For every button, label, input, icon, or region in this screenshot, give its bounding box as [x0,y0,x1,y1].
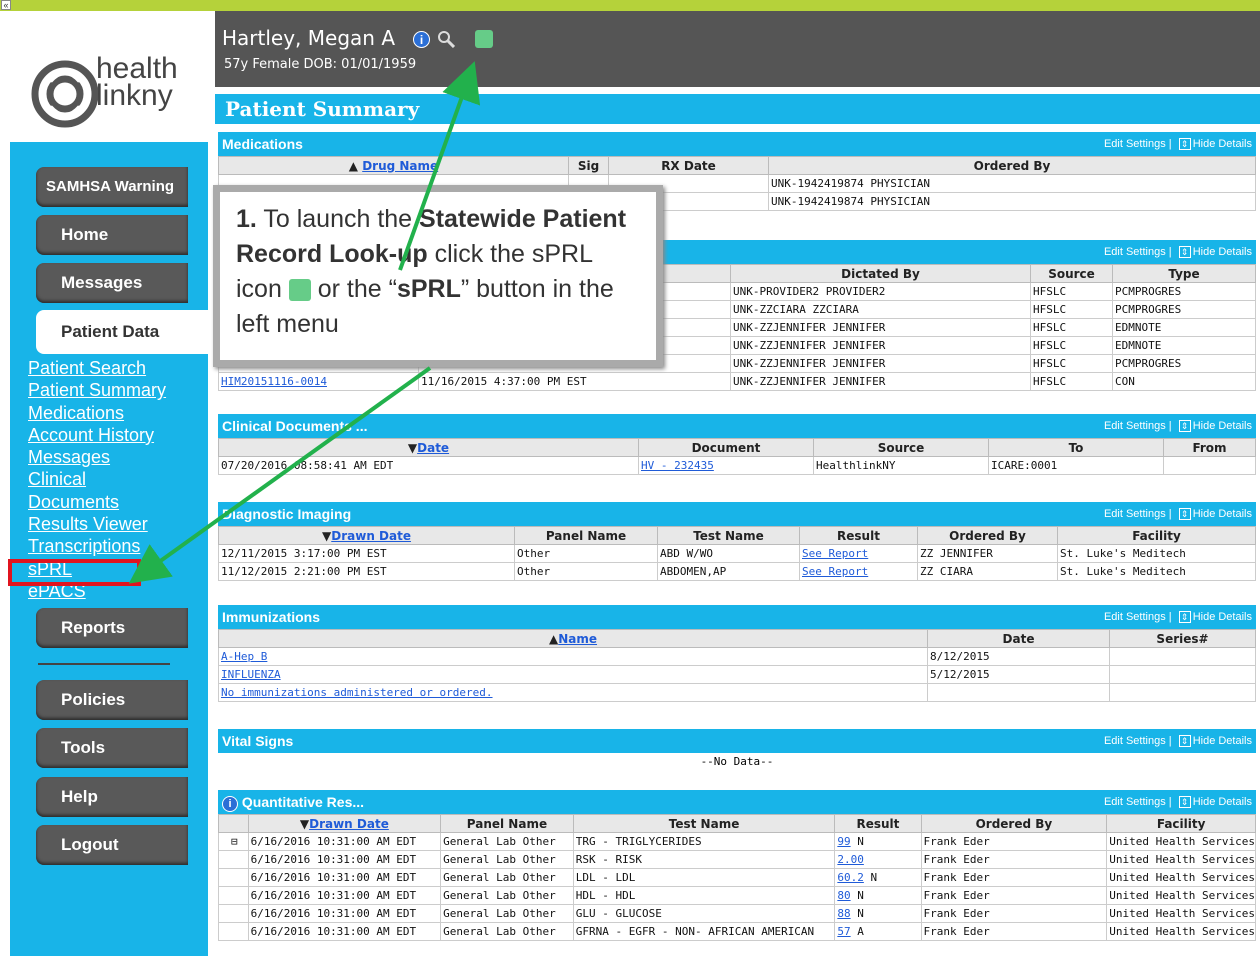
arrow-to-sprl-icon [398,61,481,271]
annotation-arrows [128,61,481,584]
arrow-to-sprl-link [128,366,432,584]
